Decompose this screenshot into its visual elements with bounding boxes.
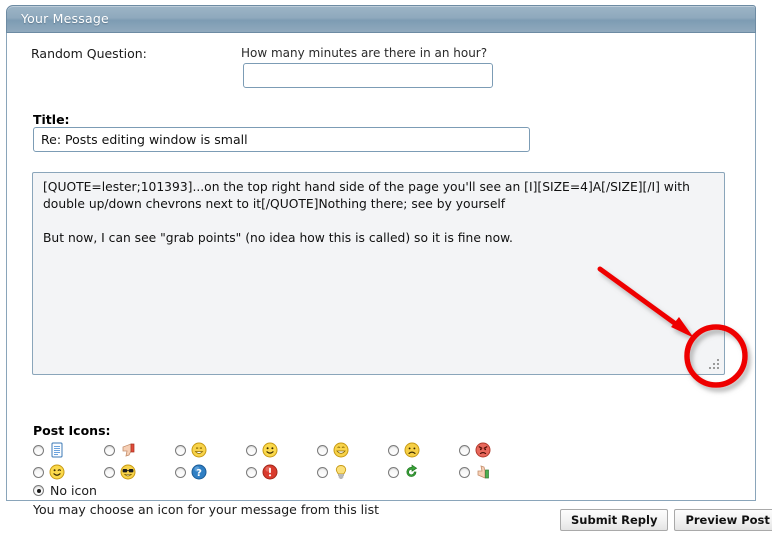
title-input[interactable] xyxy=(33,127,530,152)
sunglasses-icon[interactable] xyxy=(120,464,136,480)
post-icon-option-lightbulb[interactable] xyxy=(317,464,388,480)
post-icon-option-document[interactable] xyxy=(33,442,104,458)
post-icon-row: ? xyxy=(33,461,543,483)
random-question-text: How many minutes are there in an hour? xyxy=(241,46,487,60)
post-icons-hint: You may choose an icon for your message … xyxy=(33,502,379,517)
post-icon-row xyxy=(33,439,543,461)
post-icon-radio[interactable] xyxy=(388,445,399,456)
random-question-label: Random Question: xyxy=(31,46,147,61)
document-icon[interactable] xyxy=(49,442,65,458)
post-icon-option-exclamation-red[interactable] xyxy=(246,464,317,480)
wink-icon[interactable] xyxy=(49,464,65,480)
message-panel: Your Message Random Question: How many m… xyxy=(6,5,756,501)
svg-text:?: ? xyxy=(196,468,202,479)
post-icon-radio[interactable] xyxy=(33,467,44,478)
post-icon-option-smile[interactable] xyxy=(246,442,317,458)
thumbs-down-icon[interactable] xyxy=(120,442,136,458)
message-textarea-content: [QUOTE=lester;101393]...on the top right… xyxy=(43,179,708,247)
panel-body: Random Question: How many minutes are th… xyxy=(6,33,756,501)
post-icon-option-big-grin[interactable] xyxy=(317,442,388,458)
post-icon-radio[interactable] xyxy=(246,467,257,478)
page-root: Your Message Random Question: How many m… xyxy=(0,0,772,539)
panel-header: Your Message xyxy=(6,5,756,33)
message-textarea[interactable]: [QUOTE=lester;101393]...on the top right… xyxy=(32,172,725,375)
post-icon-option-thumbs-up[interactable] xyxy=(459,464,530,480)
post-icon-option-frown[interactable] xyxy=(388,442,459,458)
post-icon-radio[interactable] xyxy=(104,445,115,456)
no-icon-option[interactable]: No icon xyxy=(33,483,97,498)
exclamation-red-icon[interactable] xyxy=(262,464,278,480)
resize-grip-icon[interactable] xyxy=(707,357,721,371)
post-icon-radio[interactable] xyxy=(459,467,470,478)
page-title: Your Message xyxy=(21,11,109,26)
no-icon-radio[interactable] xyxy=(33,485,44,496)
post-icon-radio[interactable] xyxy=(317,445,328,456)
post-icons-label: Post Icons: xyxy=(33,423,111,438)
post-icon-option-thumbs-down[interactable] xyxy=(104,442,175,458)
question-blue-icon[interactable]: ? xyxy=(191,464,207,480)
smile-icon[interactable] xyxy=(262,442,278,458)
post-icon-option-sunglasses[interactable] xyxy=(104,464,175,480)
post-icon-grid: ? xyxy=(33,439,543,483)
post-icon-radio[interactable] xyxy=(246,445,257,456)
post-icon-radio[interactable] xyxy=(388,467,399,478)
lightbulb-icon[interactable] xyxy=(333,464,349,480)
angry-red-icon[interactable] xyxy=(475,442,491,458)
post-icon-option-angry-red[interactable] xyxy=(459,442,530,458)
post-icon-radio[interactable] xyxy=(104,467,115,478)
post-icon-option-grin[interactable] xyxy=(175,442,246,458)
post-icon-radio[interactable] xyxy=(317,467,328,478)
post-icon-radio[interactable] xyxy=(33,445,44,456)
post-icon-radio[interactable] xyxy=(459,445,470,456)
post-icon-radio[interactable] xyxy=(175,467,186,478)
thumbs-up-icon[interactable] xyxy=(475,464,491,480)
grin-icon[interactable] xyxy=(191,442,207,458)
frown-icon[interactable] xyxy=(404,442,420,458)
title-label: Title: xyxy=(33,112,70,127)
post-icon-option-green-arrow[interactable] xyxy=(388,464,459,480)
post-icon-option-wink[interactable] xyxy=(33,464,104,480)
big-grin-icon[interactable] xyxy=(333,442,349,458)
post-icon-radio[interactable] xyxy=(175,445,186,456)
form-actions: Submit Reply Preview Post xyxy=(560,509,772,531)
no-icon-label: No icon xyxy=(50,483,97,498)
preview-post-button[interactable]: Preview Post xyxy=(674,509,772,531)
random-question-input[interactable] xyxy=(243,63,493,88)
submit-reply-button[interactable]: Submit Reply xyxy=(560,509,668,531)
post-icon-option-question-blue[interactable]: ? xyxy=(175,464,246,480)
green-arrow-icon[interactable] xyxy=(404,464,420,480)
